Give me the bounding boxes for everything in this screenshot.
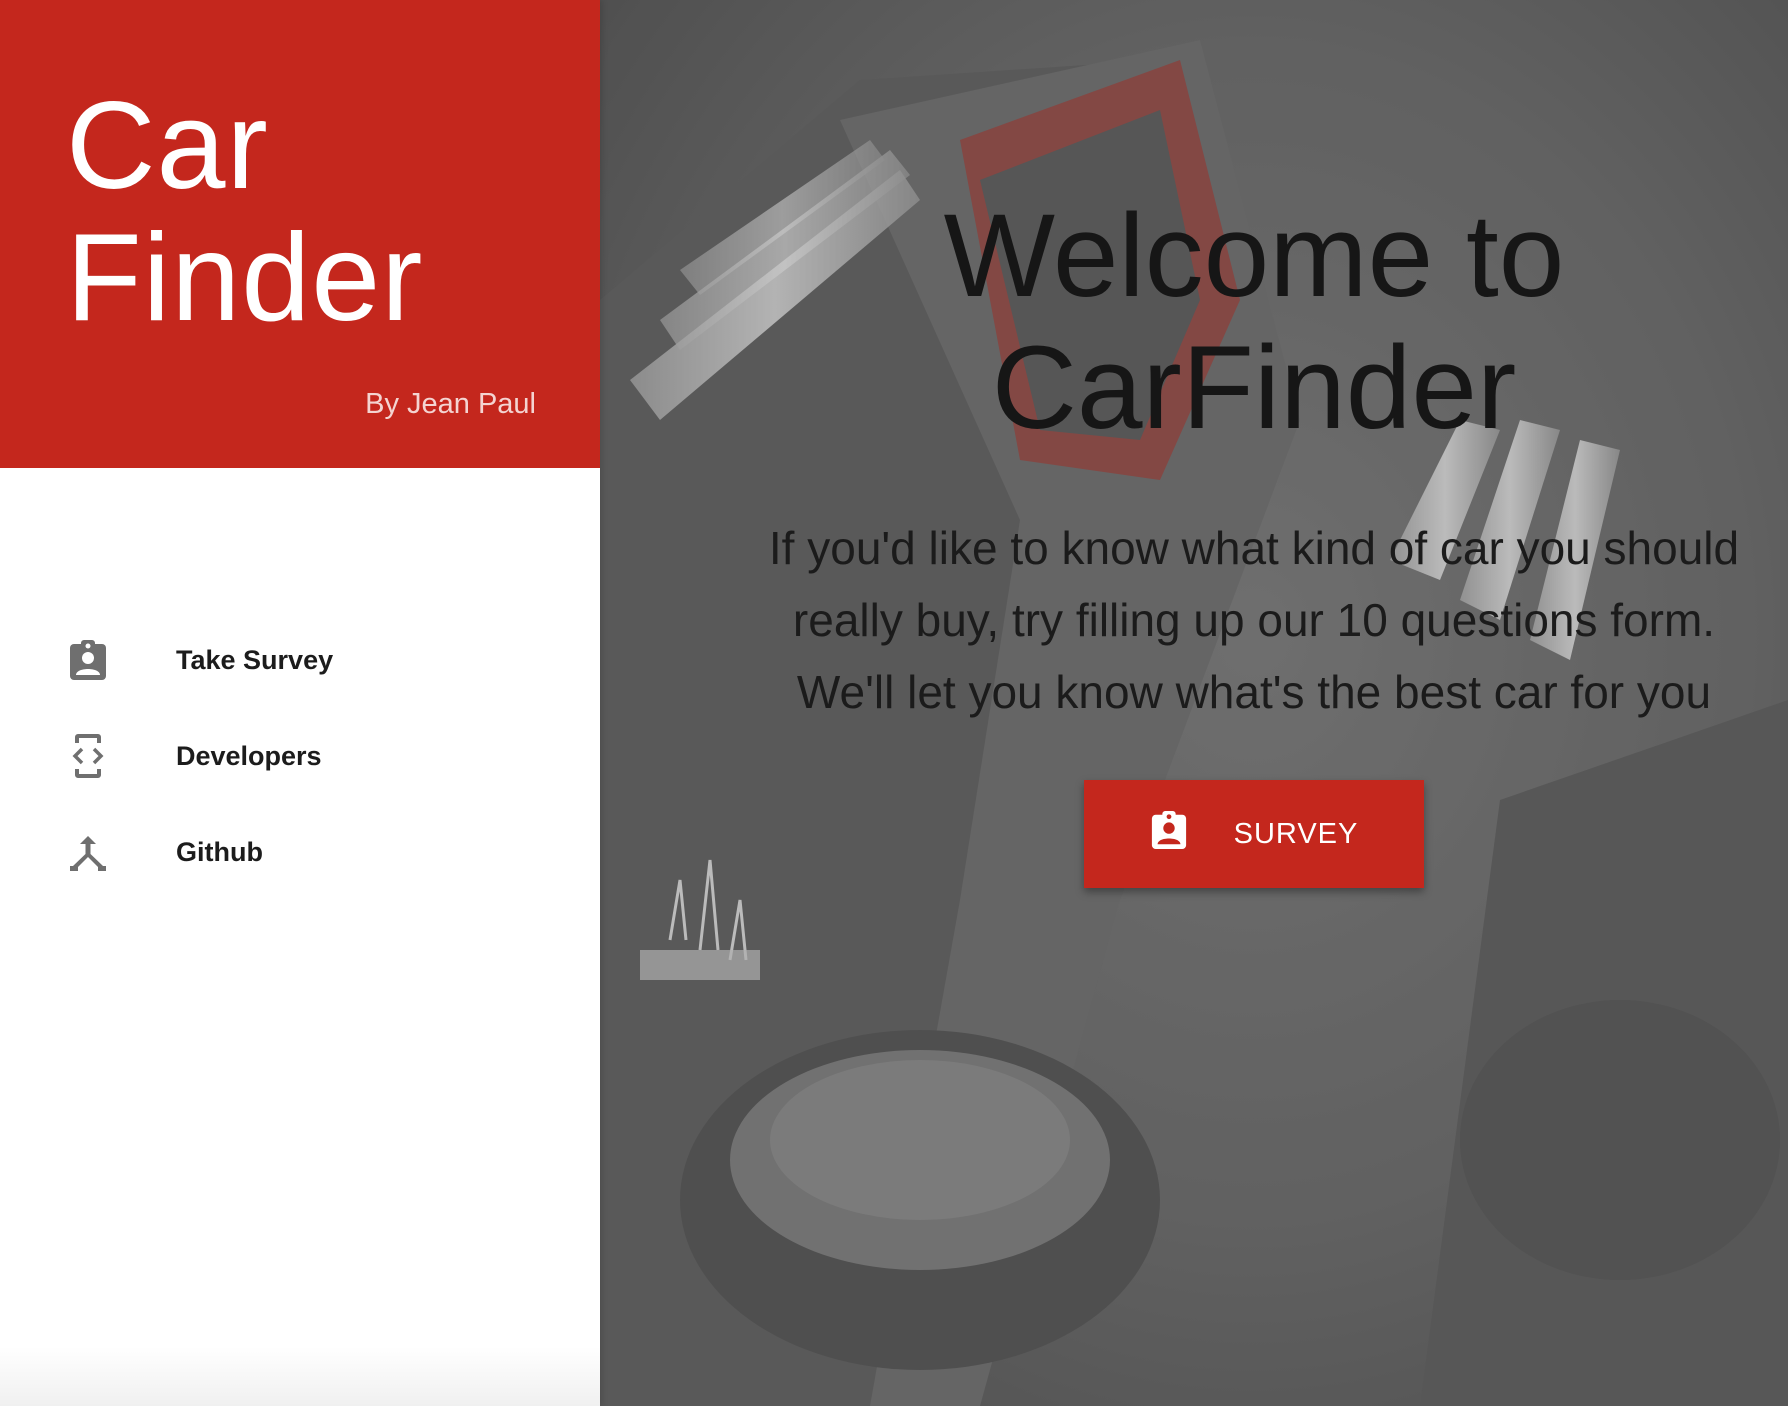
app-title-line1: Car xyxy=(66,77,269,215)
app-root: Car Finder By Jean Paul Take Survey Deve… xyxy=(0,0,1788,1406)
sidebar-item-take-survey[interactable]: Take Survey xyxy=(0,612,600,708)
survey-button-label: SURVEY xyxy=(1233,817,1359,850)
sidebar-item-label: Developers xyxy=(176,740,322,771)
merge-type-icon xyxy=(66,830,110,874)
hero-title: Welcome to CarFinder xyxy=(943,190,1565,454)
sidebar-item-developers[interactable]: Developers xyxy=(0,708,600,804)
hero-section: Welcome to CarFinder If you'd like to kn… xyxy=(600,0,1788,1406)
app-title: Car Finder xyxy=(66,80,423,344)
hero-description: If you'd like to know what kind of car y… xyxy=(768,522,1740,718)
sidebar-nav: Take Survey Developers Github xyxy=(0,612,600,900)
brand-header: Car Finder By Jean Paul xyxy=(0,0,600,468)
sidebar-footer-shadow xyxy=(0,1346,600,1406)
author-label: By Jean Paul xyxy=(365,388,536,420)
sidebar-item-github[interactable]: Github xyxy=(0,804,600,900)
app-title-line2: Finder xyxy=(66,209,424,347)
hero-content: Welcome to CarFinder If you'd like to kn… xyxy=(600,190,1788,888)
sidebar-item-label: Github xyxy=(176,836,263,867)
assignment-ind-icon xyxy=(66,638,110,682)
sidebar: Car Finder By Jean Paul Take Survey Deve… xyxy=(0,0,600,1406)
developer-mode-icon xyxy=(66,734,110,778)
assignment-ind-icon xyxy=(1150,809,1188,859)
survey-button[interactable]: SURVEY xyxy=(1084,780,1424,888)
sidebar-item-label: Take Survey xyxy=(176,644,334,675)
